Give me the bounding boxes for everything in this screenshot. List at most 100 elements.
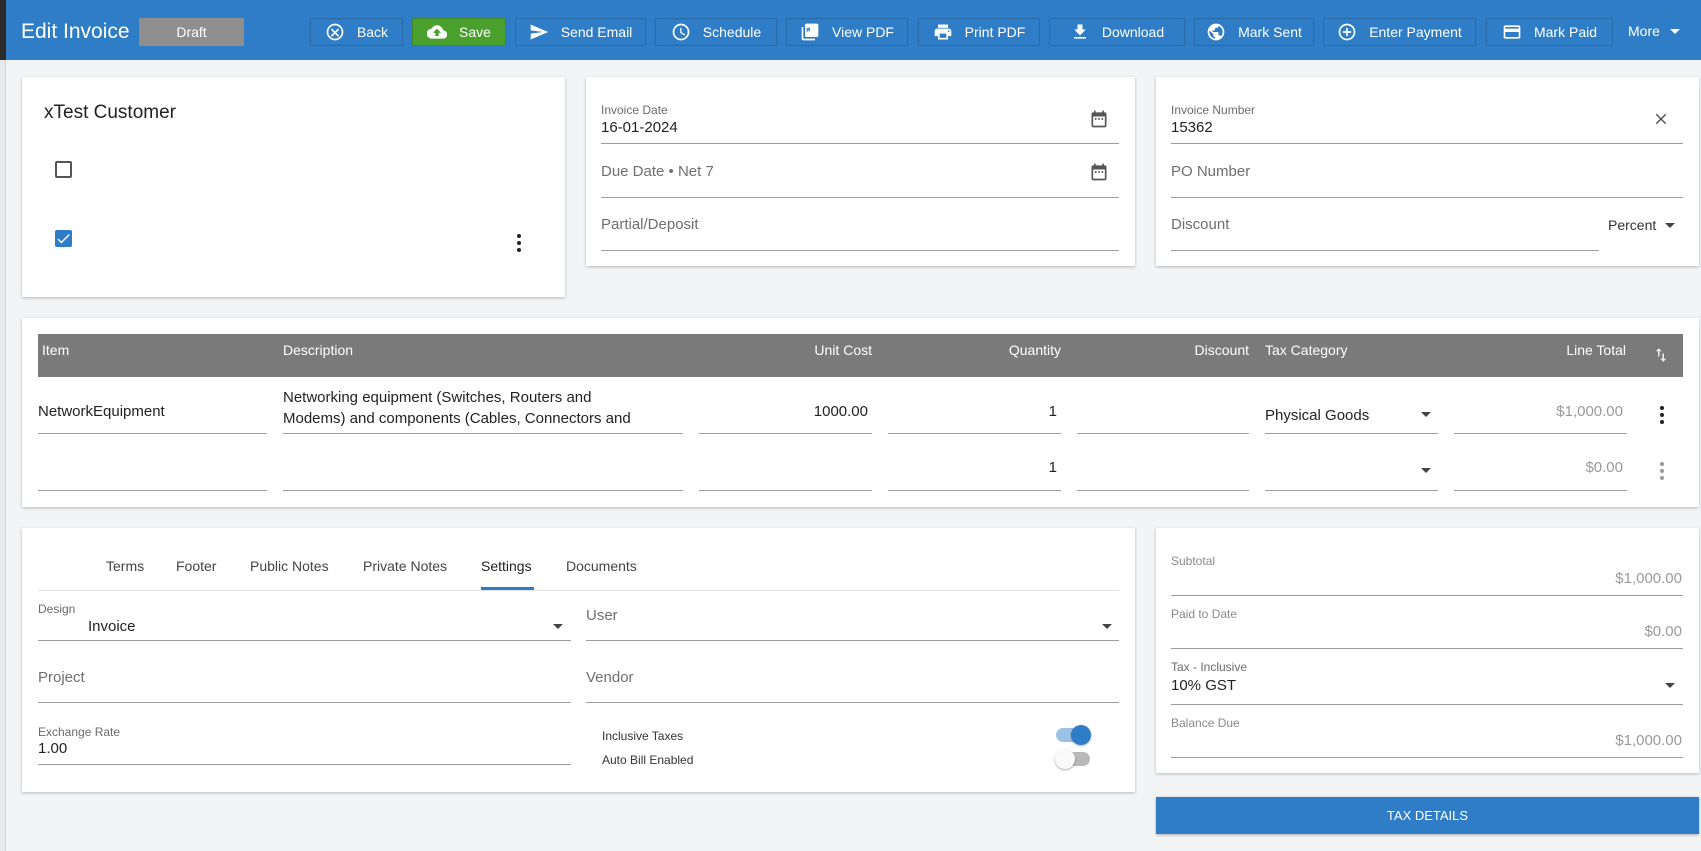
credit-card-icon xyxy=(1503,25,1521,39)
send-email-label: Send Email xyxy=(560,24,633,40)
more-menu-button[interactable]: More xyxy=(1628,23,1680,39)
plus-circle-icon xyxy=(1338,23,1356,41)
paid-underline xyxy=(1171,648,1683,649)
tab-private-notes[interactable]: Private Notes xyxy=(363,558,447,574)
download-button[interactable]: Download xyxy=(1049,18,1185,46)
save-button[interactable]: Save xyxy=(412,18,506,46)
column-header-unit-cost: Unit Cost xyxy=(814,342,872,358)
user-underline xyxy=(586,640,1119,641)
description-underline xyxy=(283,433,683,434)
partial-deposit-field[interactable]: Partial/Deposit xyxy=(601,216,699,233)
tax-category-select[interactable]: Physical Goods xyxy=(1265,407,1369,424)
unit-cost-underline xyxy=(699,433,872,434)
row-menu-icon[interactable] xyxy=(1660,406,1664,424)
schedule-button[interactable]: Schedule xyxy=(655,18,777,46)
sort-icon[interactable] xyxy=(1652,346,1670,364)
toggle-knob xyxy=(1055,749,1075,769)
invoice-number-field[interactable]: 15362 xyxy=(1171,119,1213,136)
customer-menu-icon[interactable] xyxy=(516,234,522,252)
description-underline xyxy=(283,490,683,491)
user-select[interactable]: User xyxy=(586,607,618,624)
tax-details-button[interactable]: TAX DETAILS xyxy=(1156,797,1699,834)
exchange-rate-field[interactable]: 1.00 xyxy=(38,740,67,757)
balance-due-label: Balance Due xyxy=(1171,716,1240,730)
caret-down-icon[interactable] xyxy=(1665,683,1675,688)
vendor-underline xyxy=(586,702,1119,703)
quantity-underline xyxy=(888,490,1061,491)
due-date-underline xyxy=(601,197,1119,198)
back-button[interactable]: Back xyxy=(310,18,403,46)
column-header-tax-category: Tax Category xyxy=(1265,342,1348,358)
calendar-icon[interactable] xyxy=(1089,162,1109,182)
caret-down-icon[interactable] xyxy=(1102,624,1112,629)
download-icon xyxy=(1074,24,1086,39)
discount-type-select[interactable]: Percent xyxy=(1608,217,1656,233)
po-number-field[interactable]: PO Number xyxy=(1171,163,1250,180)
back-label: Back xyxy=(356,24,389,40)
calendar-icon[interactable] xyxy=(1089,109,1109,129)
tab-settings[interactable]: Settings xyxy=(481,558,532,574)
line-total-cell: $1,000.00 xyxy=(1556,403,1623,420)
mark-paid-label: Mark Paid xyxy=(1533,24,1598,40)
balance-underline xyxy=(1171,757,1683,758)
paid-to-date-value: $0.00 xyxy=(1644,623,1682,640)
discount-field[interactable]: Discount xyxy=(1171,216,1229,233)
line-total-cell: $0.00 xyxy=(1585,459,1623,476)
sidebar-edge xyxy=(0,60,6,851)
view-pdf-label: View PDF xyxy=(832,24,894,40)
design-select[interactable]: Invoice xyxy=(88,618,136,635)
quantity-cell[interactable]: 1 xyxy=(888,459,1057,476)
subtotal-value: $1,000.00 xyxy=(1615,570,1682,587)
subtotal-underline xyxy=(1171,595,1683,596)
subtotal-label: Subtotal xyxy=(1171,554,1216,568)
print-pdf-button[interactable]: Print PDF xyxy=(918,18,1040,46)
mark-sent-button[interactable]: Mark Sent xyxy=(1194,18,1314,46)
mark-paid-button[interactable]: Mark Paid xyxy=(1486,18,1613,46)
contact-checkbox-1[interactable] xyxy=(55,161,72,178)
caret-down-icon[interactable] xyxy=(1421,412,1431,417)
invoice-date-field[interactable]: 16-01-2024 xyxy=(601,119,678,136)
due-date-field[interactable]: Due Date • Net 7 xyxy=(601,163,714,180)
exchange-rate-label: Exchange Rate xyxy=(38,725,121,739)
caret-down-icon[interactable] xyxy=(1665,223,1675,228)
inclusive-taxes-label: Inclusive Taxes xyxy=(602,729,684,743)
invoice-number-underline xyxy=(1171,143,1683,144)
vendor-field[interactable]: Vendor xyxy=(586,669,634,686)
tab-documents[interactable]: Documents xyxy=(566,558,637,574)
enter-payment-button[interactable]: Enter Payment xyxy=(1323,18,1476,46)
caret-down-icon[interactable] xyxy=(553,624,563,629)
mark-sent-label: Mark Sent xyxy=(1238,24,1302,40)
invoice-date-underline xyxy=(601,143,1119,144)
enter-payment-label: Enter Payment xyxy=(1369,24,1462,40)
quantity-cell[interactable]: 1 xyxy=(888,403,1057,420)
description-cell[interactable]: Networking equipment (Switches, Routers … xyxy=(283,387,631,429)
customer-name[interactable]: xTest Customer xyxy=(44,102,176,124)
inclusive-taxes-toggle[interactable] xyxy=(1056,725,1091,745)
discount-underline xyxy=(1077,433,1249,434)
active-tab-indicator xyxy=(481,587,534,590)
description-line: Networking equipment (Switches, Routers … xyxy=(283,389,592,406)
contact-checkbox-2[interactable] xyxy=(55,230,72,247)
auto-bill-label: Auto Bill Enabled xyxy=(602,753,694,767)
view-pdf-button[interactable]: View PDF xyxy=(786,18,908,46)
exchange-rate-underline xyxy=(38,764,571,765)
caret-down-icon[interactable] xyxy=(1421,468,1431,473)
unit-cost-cell[interactable]: 1000.00 xyxy=(699,403,868,420)
discount-underline xyxy=(1077,490,1249,491)
auto-bill-toggle[interactable] xyxy=(1055,749,1090,769)
row-menu-icon[interactable] xyxy=(1660,462,1664,480)
item-cell[interactable]: NetworkEquipment xyxy=(38,403,165,420)
page-title: Edit Invoice xyxy=(21,20,130,43)
cloud-upload-icon xyxy=(427,25,448,39)
tab-footer[interactable]: Footer xyxy=(176,558,216,574)
tax-select[interactable]: 10% GST xyxy=(1171,677,1236,694)
balance-due-value: $1,000.00 xyxy=(1615,732,1682,749)
clear-icon[interactable] xyxy=(1652,110,1670,128)
invoice-number-label: Invoice Number xyxy=(1171,103,1256,117)
tab-terms[interactable]: Terms xyxy=(106,558,144,574)
project-field[interactable]: Project xyxy=(38,669,85,686)
project-underline xyxy=(38,702,571,703)
tab-public-notes[interactable]: Public Notes xyxy=(250,558,329,574)
send-email-button[interactable]: Send Email xyxy=(515,18,646,46)
send-icon xyxy=(530,24,548,40)
